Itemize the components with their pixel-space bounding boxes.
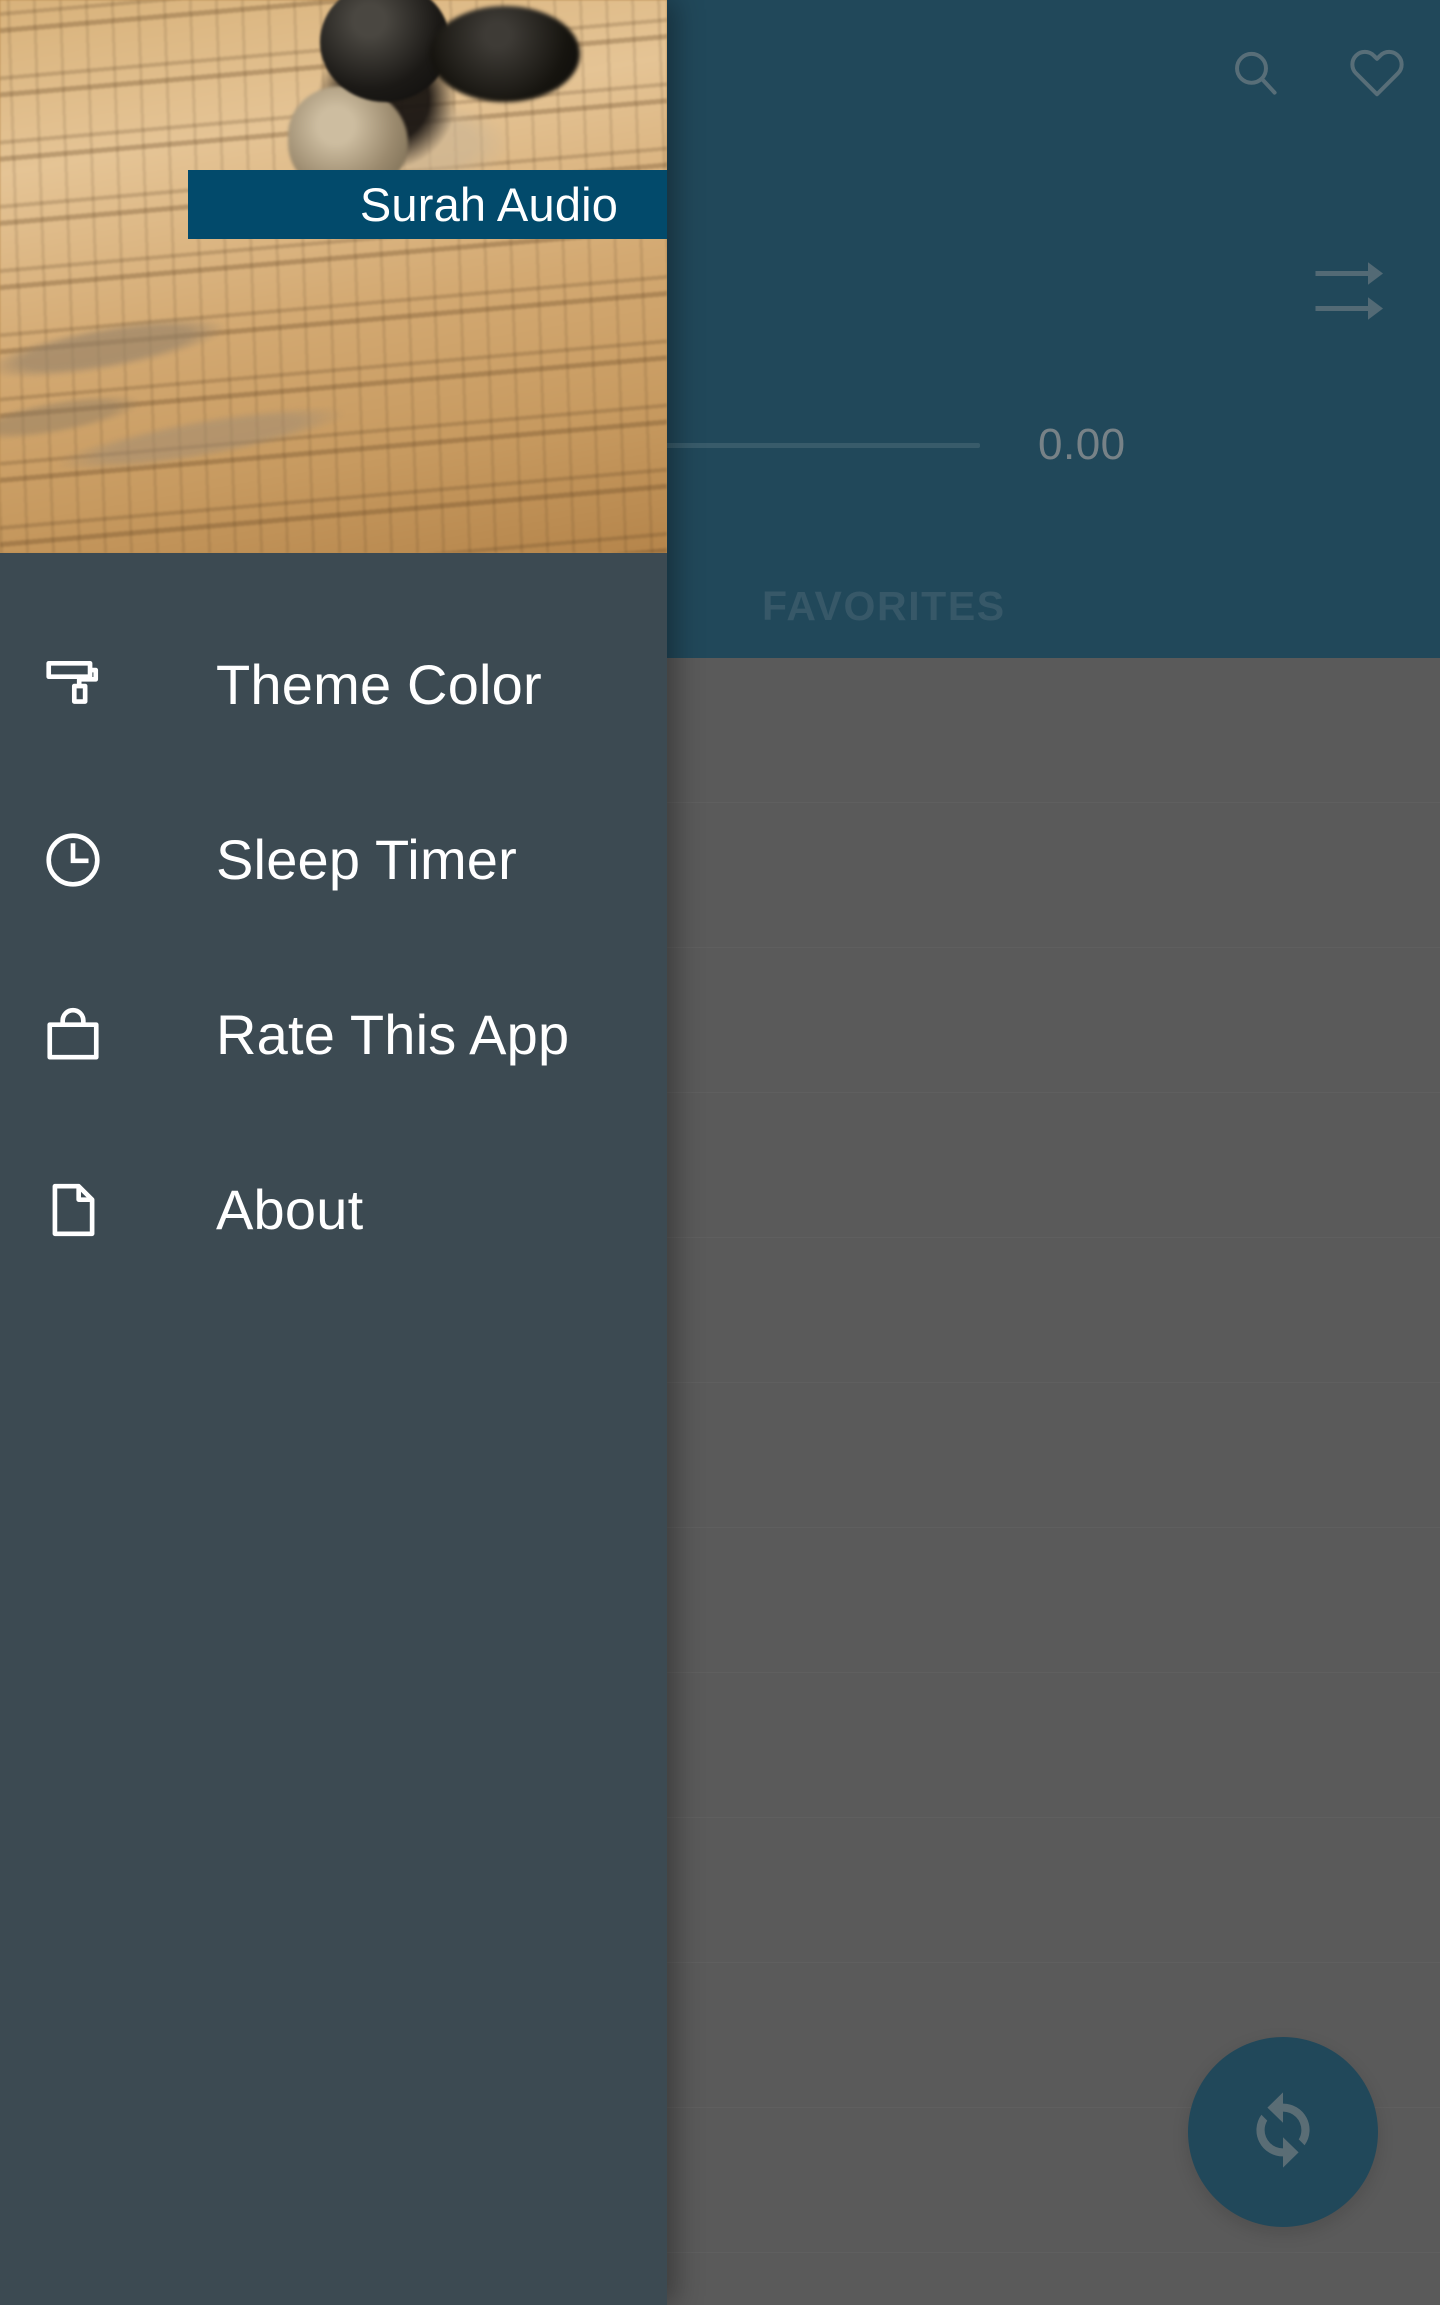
drawer-item-label: About (216, 1177, 364, 1241)
drawer-item-rate-this-app[interactable]: Rate This App (0, 947, 667, 1122)
drawer-item-label: Sleep Timer (216, 827, 517, 891)
drawer-header: Surah Audio (0, 0, 667, 553)
drawer-item-label: Rate This App (216, 1002, 570, 1066)
clock-icon (42, 829, 104, 891)
heart-icon[interactable] (1342, 38, 1412, 108)
document-page-icon (42, 1179, 104, 1241)
repeat-arrows-icon[interactable] (1308, 255, 1398, 332)
seek-bar[interactable] (660, 442, 980, 448)
drawer-item-sleep-timer[interactable]: Sleep Timer (0, 772, 667, 947)
paint-roller-icon (42, 654, 104, 716)
refresh-sync-fab[interactable] (1188, 2037, 1378, 2227)
drawer-item-about[interactable]: About (0, 1122, 667, 1297)
seek-time-label: 0.00 (1038, 420, 1126, 469)
tab-favorites[interactable]: FAVORITES (762, 583, 1006, 630)
drawer-item-label: Theme Color (216, 652, 542, 716)
drawer-item-theme-color[interactable]: Theme Color (0, 597, 667, 772)
drawer-menu: Theme Color Sleep Timer Rate This App Ab… (0, 553, 667, 1297)
navigation-drawer: Surah Audio Theme Color Sleep Timer Rate… (0, 0, 667, 2305)
shopping-bag-icon (42, 1004, 104, 1066)
refresh-sync-icon (1235, 2082, 1331, 2183)
player-seek-row: 0.00 (600, 420, 1440, 470)
app-bar-actions (1220, 38, 1412, 108)
app-screen: 0.00 ST FAVORITES (0, 0, 1440, 2305)
page-title: Surah Audio (359, 178, 619, 231)
search-icon[interactable] (1220, 38, 1290, 108)
drawer-title-banner: Surah Audio (188, 170, 667, 239)
bead-decor-secondary (430, 6, 580, 102)
